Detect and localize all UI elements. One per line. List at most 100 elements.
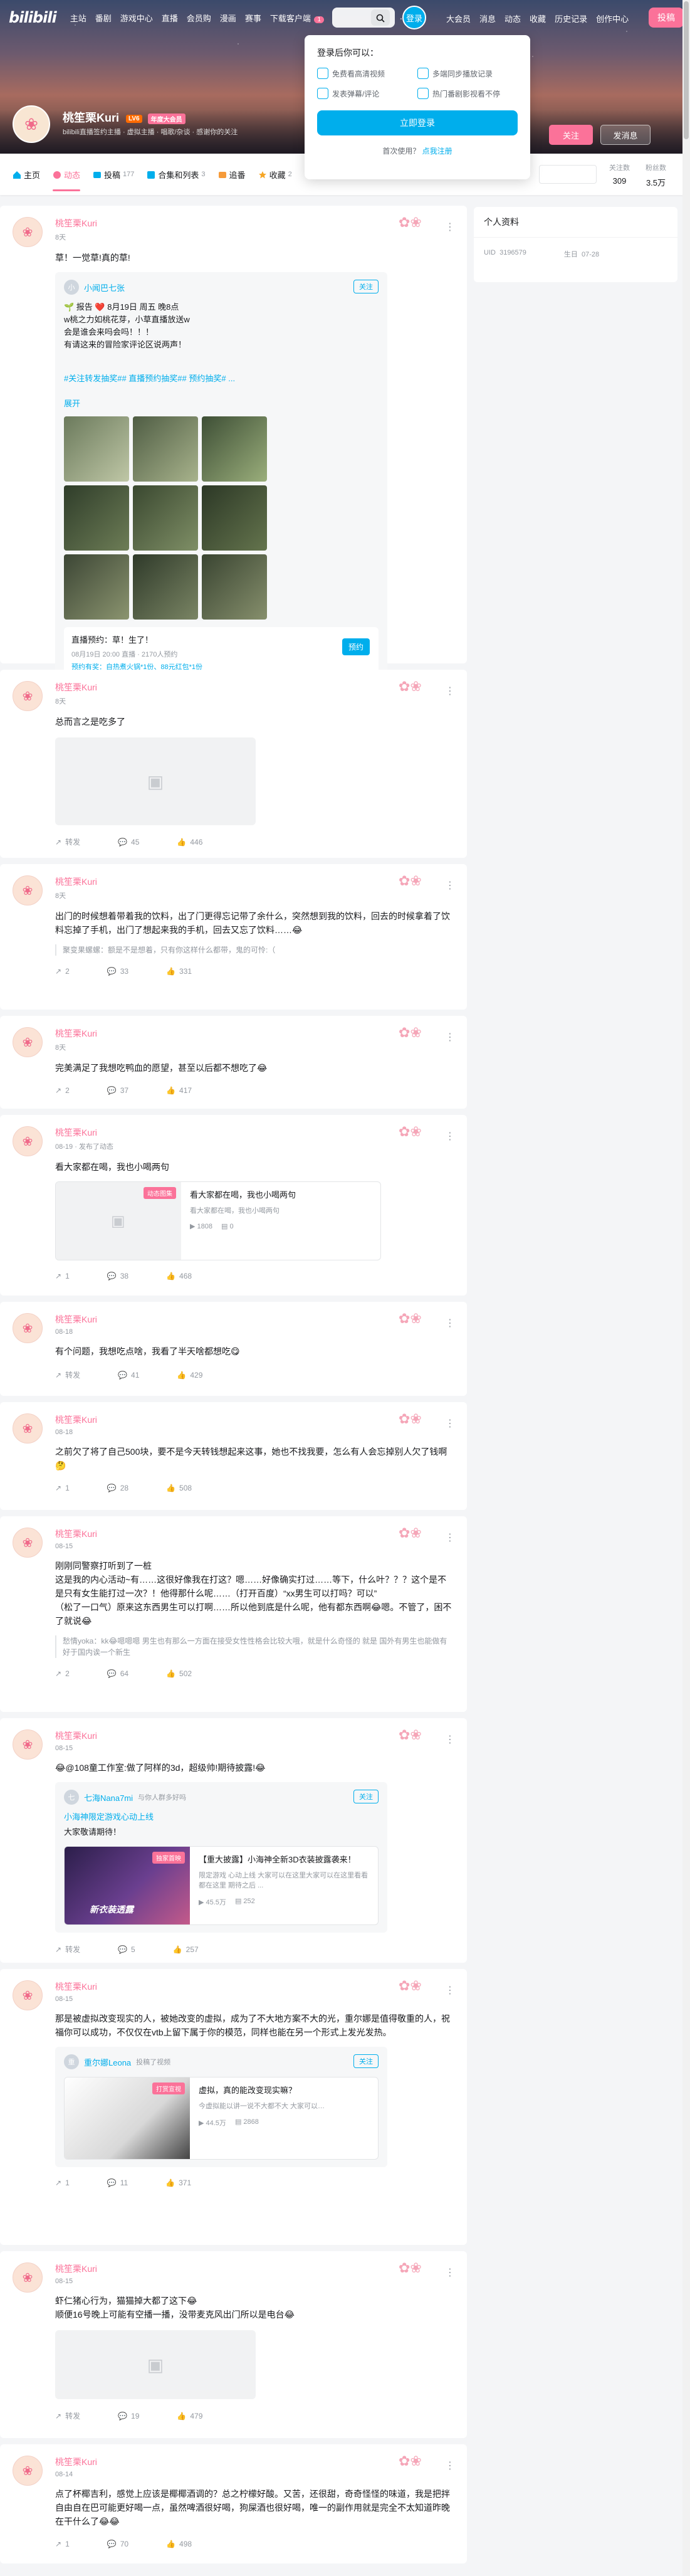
image-placeholder[interactable]: ▣ bbox=[55, 737, 256, 825]
author-name[interactable]: 桃笙栗Kuri bbox=[55, 2456, 454, 2468]
top-comment[interactable]: 愁情yoka：kk😂嗯嗯嗯 男生也有那么一方面在接受女性性格会比较大哦，就是什么… bbox=[55, 1635, 454, 1658]
author-avatar[interactable]: ❀ bbox=[13, 1027, 43, 1057]
author-name[interactable]: 桃笙栗Kuri bbox=[55, 1126, 454, 1139]
grid-image[interactable] bbox=[64, 554, 129, 620]
like-action[interactable]: 👍 257 bbox=[173, 1944, 199, 1955]
author-name[interactable]: 桃笙栗Kuri bbox=[55, 217, 454, 230]
like-action[interactable]: 👍 331 bbox=[166, 967, 192, 976]
author-name[interactable]: 桃笙栗Kuri bbox=[55, 1313, 454, 1326]
repost-avatar[interactable]: 七 bbox=[64, 1790, 79, 1805]
share-action[interactable]: ↗ 转发 bbox=[55, 2410, 80, 2421]
tab-bangumi[interactable]: 追番 bbox=[218, 154, 246, 195]
author-name[interactable]: 桃笙栗Kuri bbox=[55, 681, 454, 694]
author-name[interactable]: 桃笙栗Kuri bbox=[55, 1729, 454, 1742]
repost-avatar[interactable]: 重 bbox=[64, 2054, 79, 2069]
like-action[interactable]: 👍 446 bbox=[177, 837, 202, 847]
grid-image[interactable] bbox=[202, 554, 267, 620]
repost-author[interactable]: 小闻巴七张 bbox=[84, 282, 125, 293]
attached-card[interactable]: 动态图集 ▣ 看大家都在喝，我也小喝两句 看大家都在喝，我也小喝两句 ▶ 180… bbox=[55, 1181, 381, 1260]
expand-link[interactable]: 展开 bbox=[64, 399, 80, 408]
comment-action[interactable]: 💬 37 bbox=[107, 1086, 128, 1095]
stat-fans[interactable]: 粉丝数 3.5万 bbox=[646, 162, 666, 188]
tab-dynamic[interactable]: 动态 bbox=[53, 154, 81, 195]
more-icon[interactable]: ⋮ bbox=[445, 685, 455, 697]
follow-button[interactable]: 关注 bbox=[549, 125, 593, 145]
repost-follow-button[interactable]: 关注 bbox=[353, 280, 379, 293]
more-icon[interactable]: ⋮ bbox=[445, 2266, 455, 2279]
topic-link[interactable]: 小海神限定游戏心动上线 bbox=[64, 1812, 154, 1822]
more-icon[interactable]: ⋮ bbox=[445, 879, 455, 892]
more-icon[interactable]: ⋮ bbox=[445, 1531, 455, 1544]
nav-manga[interactable]: 漫画 bbox=[220, 12, 236, 24]
nav-match[interactable]: 赛事 bbox=[245, 12, 261, 24]
comment-action[interactable]: 💬 64 bbox=[107, 1669, 128, 1678]
repost-card[interactable]: 七 七海Nana7mi 与你人群多好吗 关注 小海神限定游戏心动上线 大家敬请期… bbox=[55, 1782, 387, 1933]
register-link[interactable]: 点我注册 bbox=[422, 147, 452, 156]
comment-action[interactable]: 💬 28 bbox=[107, 1484, 128, 1492]
nav-live[interactable]: 直播 bbox=[162, 12, 178, 24]
grid-image[interactable] bbox=[133, 485, 198, 551]
image-placeholder[interactable]: ▣ bbox=[55, 2330, 256, 2399]
author-avatar[interactable]: ❀ bbox=[13, 1729, 43, 1760]
tab-home[interactable]: 主页 bbox=[13, 154, 40, 195]
author-name[interactable]: 桃笙栗Kuri bbox=[55, 1528, 454, 1540]
like-action[interactable]: 👍 508 bbox=[166, 1484, 192, 1492]
author-name[interactable]: 桃笙栗Kuri bbox=[55, 1413, 454, 1426]
nav-home[interactable]: 主站 bbox=[70, 12, 86, 24]
author-avatar[interactable]: ❀ bbox=[13, 2262, 43, 2293]
author-avatar[interactable]: ❀ bbox=[13, 681, 43, 711]
video-card[interactable]: 打赏宣视 虚拟，真的能改变现实嘛？ 今虚拟能以讲一说不大都不大 大家可以… ▶ … bbox=[64, 2077, 379, 2160]
repost-avatar[interactable]: 小 bbox=[64, 280, 79, 295]
login-now-button[interactable]: 立即登录 bbox=[317, 110, 518, 135]
author-avatar[interactable]: ❀ bbox=[13, 1980, 43, 2010]
like-action[interactable]: 👍 468 bbox=[166, 1272, 192, 1280]
grid-image[interactable] bbox=[133, 554, 198, 620]
comment-action[interactable]: 💬 38 bbox=[107, 1272, 128, 1280]
comment-action[interactable]: 💬 45 bbox=[118, 837, 139, 847]
nav-download-client[interactable]: 下载客户端 1 bbox=[270, 12, 325, 24]
author-avatar[interactable]: ❀ bbox=[13, 1413, 43, 1444]
like-action[interactable]: 👍 479 bbox=[177, 2410, 202, 2421]
author-avatar[interactable]: ❀ bbox=[13, 2456, 43, 2486]
nav-game-center[interactable]: 游戏中心 bbox=[120, 12, 153, 24]
nav-shop[interactable]: 会员购 bbox=[187, 12, 211, 24]
repost-follow-button[interactable]: 关注 bbox=[353, 2054, 379, 2068]
share-action[interactable]: ↗1 bbox=[55, 1484, 70, 1492]
share-action[interactable]: ↗1 bbox=[55, 1272, 70, 1280]
share-action[interactable]: ↗ 2 bbox=[55, 967, 70, 976]
share-action[interactable]: ↗ 2 bbox=[55, 1669, 70, 1678]
bilibili-logo[interactable]: bilibili bbox=[9, 9, 57, 26]
like-action[interactable]: 👍 371 bbox=[165, 2178, 191, 2187]
comment-action[interactable]: 💬 41 bbox=[118, 1370, 139, 1380]
comment-action[interactable]: 💬 19 bbox=[118, 2410, 139, 2421]
reserve-button[interactable]: 预约 bbox=[342, 638, 370, 655]
author-avatar[interactable]: ❀ bbox=[13, 217, 43, 247]
page-scrollbar[interactable] bbox=[682, 0, 690, 2576]
profile-avatar[interactable]: ❀ bbox=[13, 105, 50, 143]
like-action[interactable]: 👍 417 bbox=[166, 1086, 192, 1095]
share-action[interactable]: ↗ 转发 bbox=[55, 837, 80, 847]
repost-card[interactable]: 重 重尔娜Leona 投稿了视频 关注 打赏宣视 虚拟，真的能改变现实嘛？ 今虚… bbox=[55, 2047, 387, 2167]
like-action[interactable]: 👍 498 bbox=[166, 2540, 192, 2548]
tab-favorites[interactable]: 收藏 2 bbox=[258, 154, 292, 195]
more-icon[interactable]: ⋮ bbox=[445, 1417, 455, 1430]
more-icon[interactable]: ⋮ bbox=[445, 1317, 455, 1329]
topic-tags[interactable]: #关注转发抽奖## 直播预约抽奖## 预约抽奖# ... bbox=[64, 374, 235, 383]
grid-image[interactable] bbox=[64, 485, 129, 551]
nav-anime[interactable]: 番剧 bbox=[95, 12, 112, 24]
comment-action[interactable]: 💬 70 bbox=[107, 2540, 128, 2548]
more-icon[interactable]: ⋮ bbox=[445, 1984, 455, 1997]
repost-author[interactable]: 重尔娜Leona bbox=[84, 2056, 131, 2068]
message-button[interactable]: 发消息 bbox=[600, 125, 651, 145]
repost-follow-button[interactable]: 关注 bbox=[353, 1790, 379, 1803]
tab-uploads[interactable]: 投稿 177 bbox=[93, 154, 134, 195]
grid-image[interactable] bbox=[202, 485, 267, 551]
author-avatar[interactable]: ❀ bbox=[13, 1313, 43, 1343]
video-card[interactable]: 独家首映 新衣装透露 【重大披露】小海神全新3D衣装披露袭来！ 限定游戏 心动上… bbox=[64, 1846, 379, 1925]
author-name[interactable]: 桃笙栗Kuri bbox=[55, 2262, 454, 2275]
share-action[interactable]: ↗1 bbox=[55, 2178, 70, 2187]
repost-card[interactable]: 小 小闻巴七张 关注 🌱 报告 ❤️ 8月19日 周五 晚8点 w桃之力如桃花芽… bbox=[55, 272, 387, 685]
more-icon[interactable]: ⋮ bbox=[445, 1733, 455, 1746]
comment-action[interactable]: 💬 11 bbox=[107, 2178, 128, 2187]
repost-author[interactable]: 七海Nana7mi bbox=[84, 1792, 133, 1803]
